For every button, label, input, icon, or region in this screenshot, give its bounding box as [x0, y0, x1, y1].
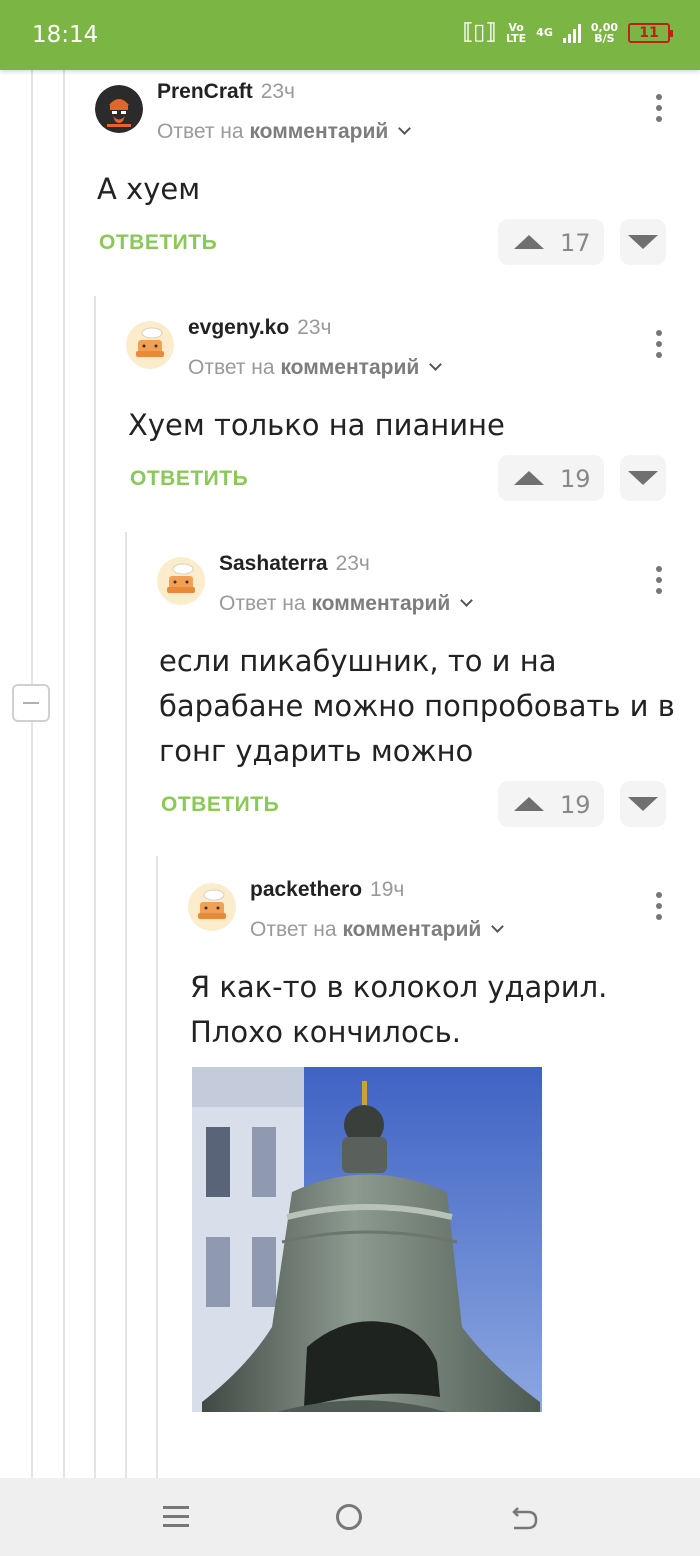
comment: PrenCraft 23ч Ответ на комментарий А хуем…	[95, 70, 700, 270]
vote-count: 17	[560, 229, 591, 257]
status-bar: 18:14 ⟦▯⟧ Vo LTE 4G 0,00 B/S 11	[0, 0, 700, 70]
chevron-down-icon	[460, 594, 474, 607]
comment-author[interactable]: PrenCraft 23ч	[157, 80, 295, 104]
more-vertical-icon[interactable]	[656, 566, 662, 594]
reply-to-link[interactable]: Ответ на комментарий	[188, 356, 443, 380]
thread-line[interactable]	[156, 856, 158, 1478]
comment-author[interactable]: evgeny.ko 23ч	[188, 316, 331, 340]
network-type: 4G	[536, 26, 553, 39]
status-time: 18:14	[32, 22, 99, 48]
upvote-icon	[514, 471, 544, 485]
comment-author[interactable]: packethero 19ч	[250, 878, 404, 902]
upvote-button[interactable]: 17	[498, 219, 604, 265]
status-icons: ⟦▯⟧ Vo LTE 4G 0,00 B/S 11	[462, 20, 673, 45]
thread-line[interactable]	[125, 532, 127, 1478]
tsar-bell-photo[interactable]	[192, 1067, 542, 1412]
reply-button[interactable]: ОТВЕТИТЬ	[99, 231, 217, 255]
avatar[interactable]	[95, 85, 143, 133]
reply-button[interactable]: ОТВЕТИТЬ	[161, 793, 279, 817]
home-icon[interactable]	[336, 1504, 362, 1530]
thread-line	[63, 70, 65, 1478]
comment: Sashaterra 23ч Ответ на комментарий если …	[157, 542, 700, 832]
thread-line[interactable]	[94, 296, 96, 1478]
back-icon[interactable]	[508, 1502, 540, 1534]
reply-to-link[interactable]: Ответ на комментарий	[219, 592, 474, 616]
comment-time: 23ч	[335, 552, 370, 575]
collapse-minus-icon[interactable]	[12, 684, 50, 722]
reply-button[interactable]: ОТВЕТИТЬ	[130, 467, 248, 491]
more-vertical-icon[interactable]	[656, 892, 662, 920]
network-speed: 0,00 B/S	[590, 20, 618, 45]
chevron-down-icon	[429, 358, 443, 371]
thread-line	[31, 70, 33, 684]
comment: evgeny.ko 23ч Ответ на комментарий Хуем т…	[126, 306, 700, 506]
navigation-bar	[0, 1478, 700, 1556]
battery-icon: 11	[628, 22, 673, 43]
upvote-icon	[514, 797, 544, 811]
chevron-down-icon	[491, 920, 505, 933]
vote-count: 19	[560, 465, 591, 493]
avatar[interactable]	[157, 557, 205, 605]
comment-text: Хуем только на пианине	[128, 408, 505, 442]
upvote-button[interactable]: 19	[498, 455, 604, 501]
signal-icon	[562, 23, 581, 43]
more-vertical-icon[interactable]	[656, 330, 662, 358]
menu-icon[interactable]	[163, 1506, 189, 1528]
comment-time: 19ч	[370, 878, 405, 901]
avatar[interactable]	[188, 883, 236, 931]
chevron-down-icon	[398, 122, 412, 135]
reply-to-link[interactable]: Ответ на комментарий	[250, 918, 505, 942]
comment-text: Я как-то в колокол ударил. Плохо кончило…	[190, 970, 608, 1049]
upvote-button[interactable]: 19	[498, 781, 604, 827]
comment-text: если пикабушник, то и на барабане можно …	[159, 644, 675, 768]
vote-count: 19	[560, 791, 591, 819]
thread-line	[31, 722, 33, 1478]
downvote-icon[interactable]	[620, 455, 666, 501]
comment-text: А хуем	[97, 172, 201, 206]
vibrate-icon: ⟦▯⟧	[462, 20, 496, 45]
more-vertical-icon[interactable]	[656, 94, 662, 122]
comment-time: 23ч	[260, 80, 296, 103]
reply-to-link[interactable]: Ответ на комментарий	[157, 120, 412, 144]
volte-indicator: Vo LTE	[505, 20, 527, 45]
battery-level: 11	[639, 24, 659, 41]
downvote-icon[interactable]	[620, 219, 666, 265]
downvote-icon[interactable]	[620, 781, 666, 827]
comment-time: 23ч	[297, 316, 332, 339]
upvote-icon	[514, 235, 544, 249]
comments-thread[interactable]: PrenCraft 23ч Ответ на комментарий А хуем…	[0, 70, 700, 1478]
comment-author[interactable]: Sashaterra 23ч	[219, 552, 370, 576]
avatar[interactable]	[126, 321, 174, 369]
